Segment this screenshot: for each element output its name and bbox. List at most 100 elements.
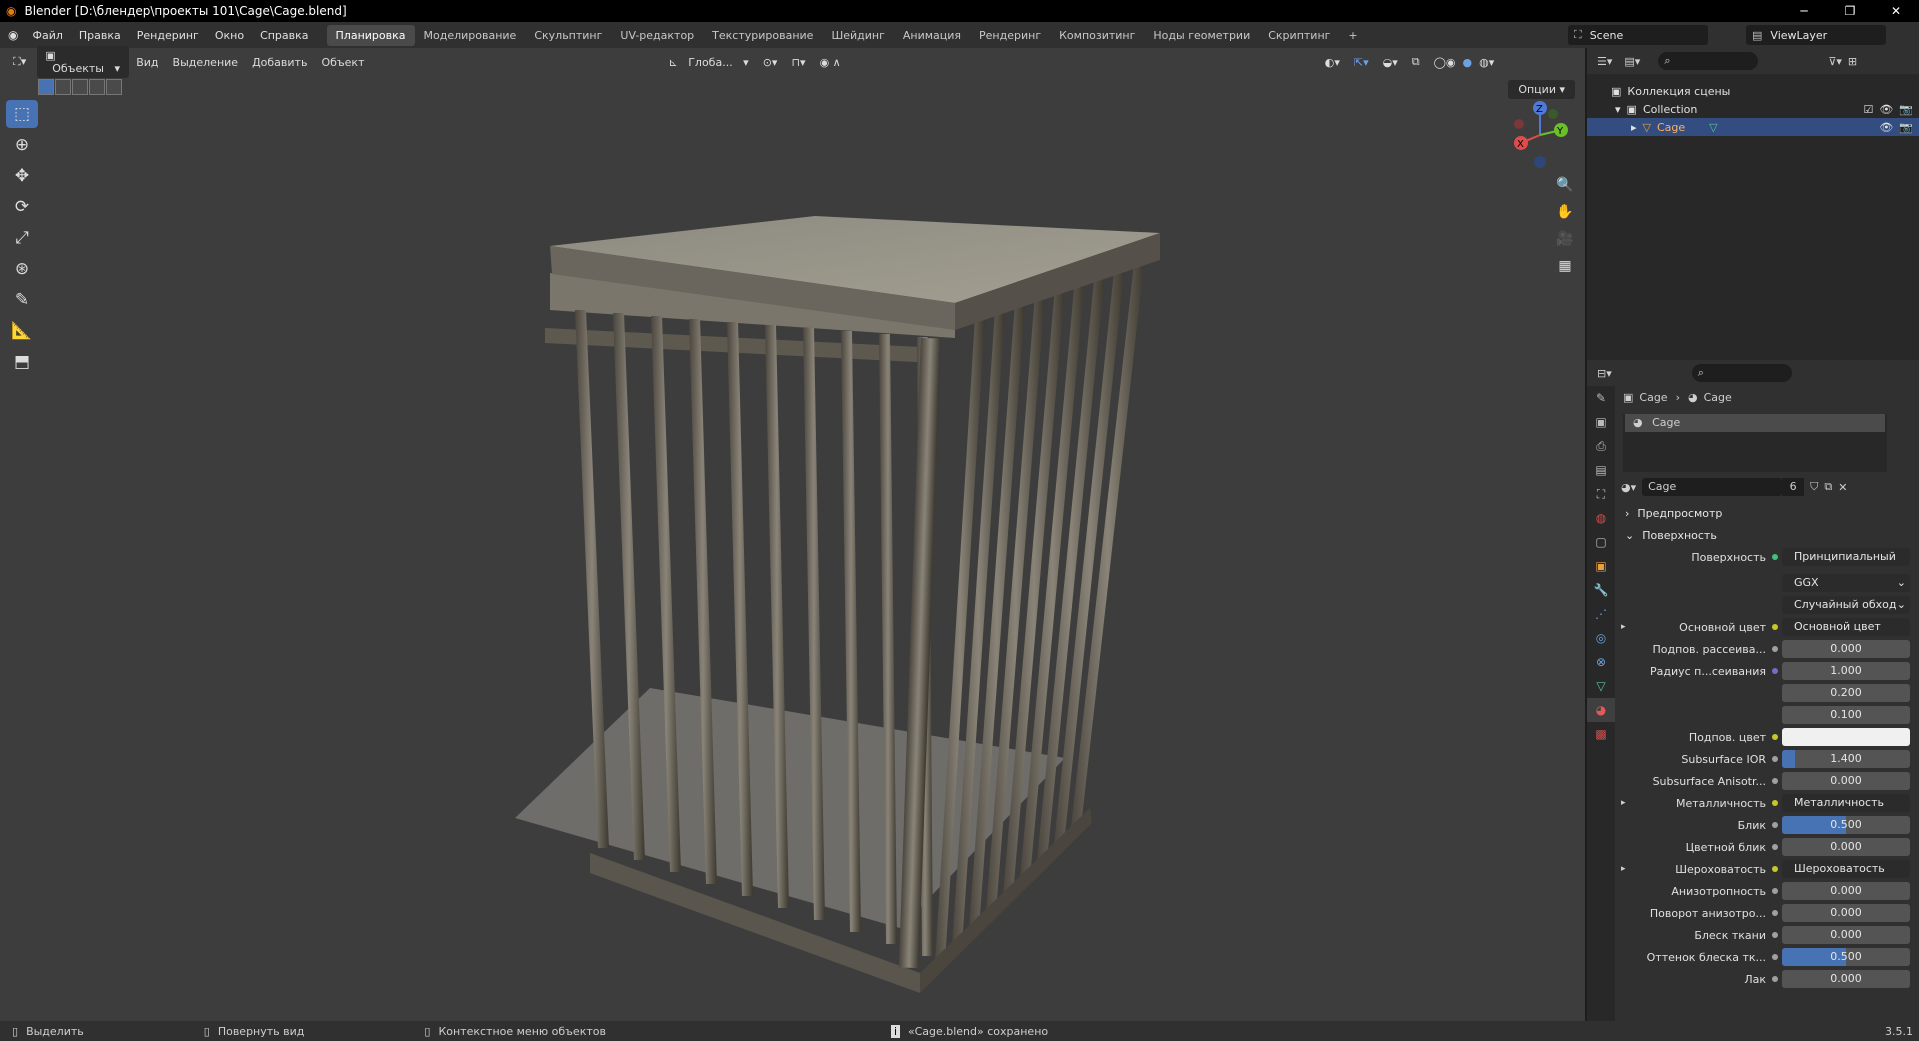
socket-dot[interactable] [1772,668,1778,674]
select-box-tool[interactable]: ⬚ [6,100,38,128]
physics-tab-icon[interactable]: ◎ [1587,626,1615,650]
value-slider[interactable]: 0.000 [1782,970,1910,988]
select-mode-buttons[interactable] [38,79,123,95]
value-slider[interactable]: 1.400 [1782,750,1910,768]
options-dropdown[interactable]: Опции ▾ [1508,80,1575,99]
overlay-toggle-icon[interactable]: ◒▾ [1376,56,1405,69]
exclude-checkbox[interactable]: ☑ [1863,103,1873,116]
workspace-tab[interactable]: Анимация [894,25,970,46]
filter-icon[interactable]: ⊽▾ [1828,55,1842,68]
orientation-dropdown[interactable]: ⊾ Глоба... ▾ [661,56,755,69]
viewport-menu-item[interactable]: Объект [314,56,371,69]
socket-dot[interactable] [1772,734,1778,740]
material-users-count[interactable]: 6 [1782,478,1805,496]
collapse-arrow-icon[interactable]: ▾ [1615,103,1621,116]
view-layer-selector[interactable]: ▤ ViewLayer [1746,25,1886,45]
world-tab-icon[interactable]: ◍ [1587,506,1615,530]
socket-dot[interactable] [1772,646,1778,652]
menu-item[interactable]: Окно [207,29,252,42]
pivot-icon[interactable]: ⊙▾ [756,56,785,69]
properties-editor-icon[interactable]: ⊟▾ [1597,367,1612,380]
proportional-edit-icon[interactable]: ◉ ∧ [813,56,848,69]
workspace-tab[interactable]: Планировка [326,24,415,46]
data-tab-icon[interactable]: ▽ [1587,674,1615,698]
material-slot[interactable]: ◕ Cage [1625,414,1885,432]
display-mode-icon[interactable]: ▤▾ [1624,55,1640,68]
ortho-grid-icon[interactable]: ▦ [1553,254,1577,278]
subsurface-method-dropdown[interactable]: Случайный обход ⌄ [1782,596,1910,614]
preview-section[interactable]: › Предпросмотр [1617,502,1919,524]
properties-search[interactable]: ⌕ [1691,364,1792,382]
add-cube-tool[interactable]: ⬒ [6,348,38,376]
socket-dot[interactable] [1772,976,1778,982]
cursor-tool[interactable]: ⊕ [6,131,38,159]
workspace-tab[interactable]: Скриптинг [1259,25,1339,46]
socket-dot[interactable] [1772,822,1778,828]
mode-dropdown[interactable]: ▣ Объекты ▾ [37,46,130,78]
value-slider[interactable]: 1.000 [1782,662,1910,680]
close-button[interactable]: ✕ [1873,0,1919,22]
distribution-dropdown[interactable]: GGX ⌄ [1782,574,1910,592]
value-slider[interactable]: 0.000 [1782,904,1910,922]
outliner-object-cage[interactable]: ▸ ▽ Cage ▽ 👁 📷 [1587,118,1919,136]
annotate-tool[interactable]: ✎ [6,286,38,314]
mesh-data-icon[interactable]: ▽ [1709,121,1717,134]
menu-item[interactable]: Правка [71,29,129,42]
render-camera-icon[interactable]: 📷 [1899,121,1913,134]
measure-tool[interactable]: 📐 [6,317,38,345]
workspace-tab[interactable]: Шейдинг [822,25,893,46]
outliner-editor-icon[interactable]: ☰▾ [1597,55,1612,68]
material-tab-icon[interactable]: ◕ [1587,698,1615,722]
object-tab-icon[interactable]: ▣ [1587,554,1615,578]
value-slider[interactable]: 0.000 [1782,838,1910,856]
outliner-scene-collection[interactable]: ▣ Коллекция сцены [1587,82,1919,100]
editor-type-icon[interactable]: ⛶▾ [6,55,33,69]
3d-viewport[interactable]: ⛶▾ ▣ Объекты ▾ Вид Выделение Добавить Объек… [0,46,1585,1021]
value-slider[interactable]: 0.000 [1782,926,1910,944]
socket-dot[interactable] [1772,866,1778,872]
minimize-button[interactable]: ─ [1781,0,1827,22]
scene-selector[interactable]: ⛶ Scene [1568,25,1708,45]
expand-arrow-icon[interactable]: ▸ [1621,622,1626,632]
render-tab-icon[interactable]: ▣ [1587,410,1615,434]
maximize-button[interactable]: ❐ [1827,0,1873,22]
expand-arrow-icon[interactable]: ▸ [1621,798,1626,808]
output-tab-icon[interactable]: ⎙ [1587,434,1615,458]
particles-tab-icon[interactable]: ⋰ [1587,602,1615,626]
modifier-tab-icon[interactable]: 🔧 [1587,578,1615,602]
surface-shader-field[interactable]: Принципиальный BSDF [1782,548,1910,566]
socket-dot[interactable] [1772,844,1778,850]
workspace-tab[interactable]: Текстурирование [703,25,822,46]
menu-item[interactable]: Рендеринг [129,29,207,42]
socket-dot[interactable] [1772,954,1778,960]
workspace-tab[interactable]: UV-редактор [611,25,703,46]
viewport-menu-item[interactable]: Добавить [245,56,314,69]
fake-user-icon[interactable]: ⛉ [1810,480,1818,494]
socket-dot[interactable] [1772,624,1778,630]
value-slider[interactable]: 0.500 [1782,816,1910,834]
snap-icon[interactable]: ⊓▾ [784,56,812,69]
workspace-tab[interactable]: + [1339,25,1366,46]
socket-dot[interactable] [1772,800,1778,806]
material-name-field[interactable]: Cage [1642,478,1783,496]
color-swatch[interactable] [1782,728,1910,746]
visibility-icon[interactable]: ◐▾ [1318,56,1347,69]
linked-input-field[interactable]: Шероховатость [1782,860,1910,878]
cage-3d-model[interactable] [0,48,1585,1021]
socket-dot[interactable] [1772,910,1778,916]
new-collection-icon[interactable]: ⊞ [1848,55,1857,68]
pan-hand-icon[interactable]: ✋ [1553,200,1577,224]
value-slider[interactable]: 0.000 [1782,772,1910,790]
gizmo-toggle-icon[interactable]: ⇱▾ [1347,56,1376,69]
scale-tool[interactable]: ⤢ [6,224,38,252]
value-slider[interactable]: 0.200 [1782,684,1910,702]
unlink-material-icon[interactable]: ✕ [1838,481,1847,494]
zoom-icon[interactable]: 🔍 [1553,173,1577,197]
workspace-tab[interactable]: Композитинг [1050,25,1144,46]
workspace-tab[interactable]: Моделирование [415,25,526,46]
view-layer-tab-icon[interactable]: ▤ [1587,458,1615,482]
value-slider[interactable]: 0.500 [1782,948,1910,966]
tool-tab-icon[interactable]: ✎ [1587,386,1615,410]
workspace-tab[interactable]: Ноды геометрии [1144,25,1259,46]
camera-view-icon[interactable]: 🎥 [1553,227,1577,251]
